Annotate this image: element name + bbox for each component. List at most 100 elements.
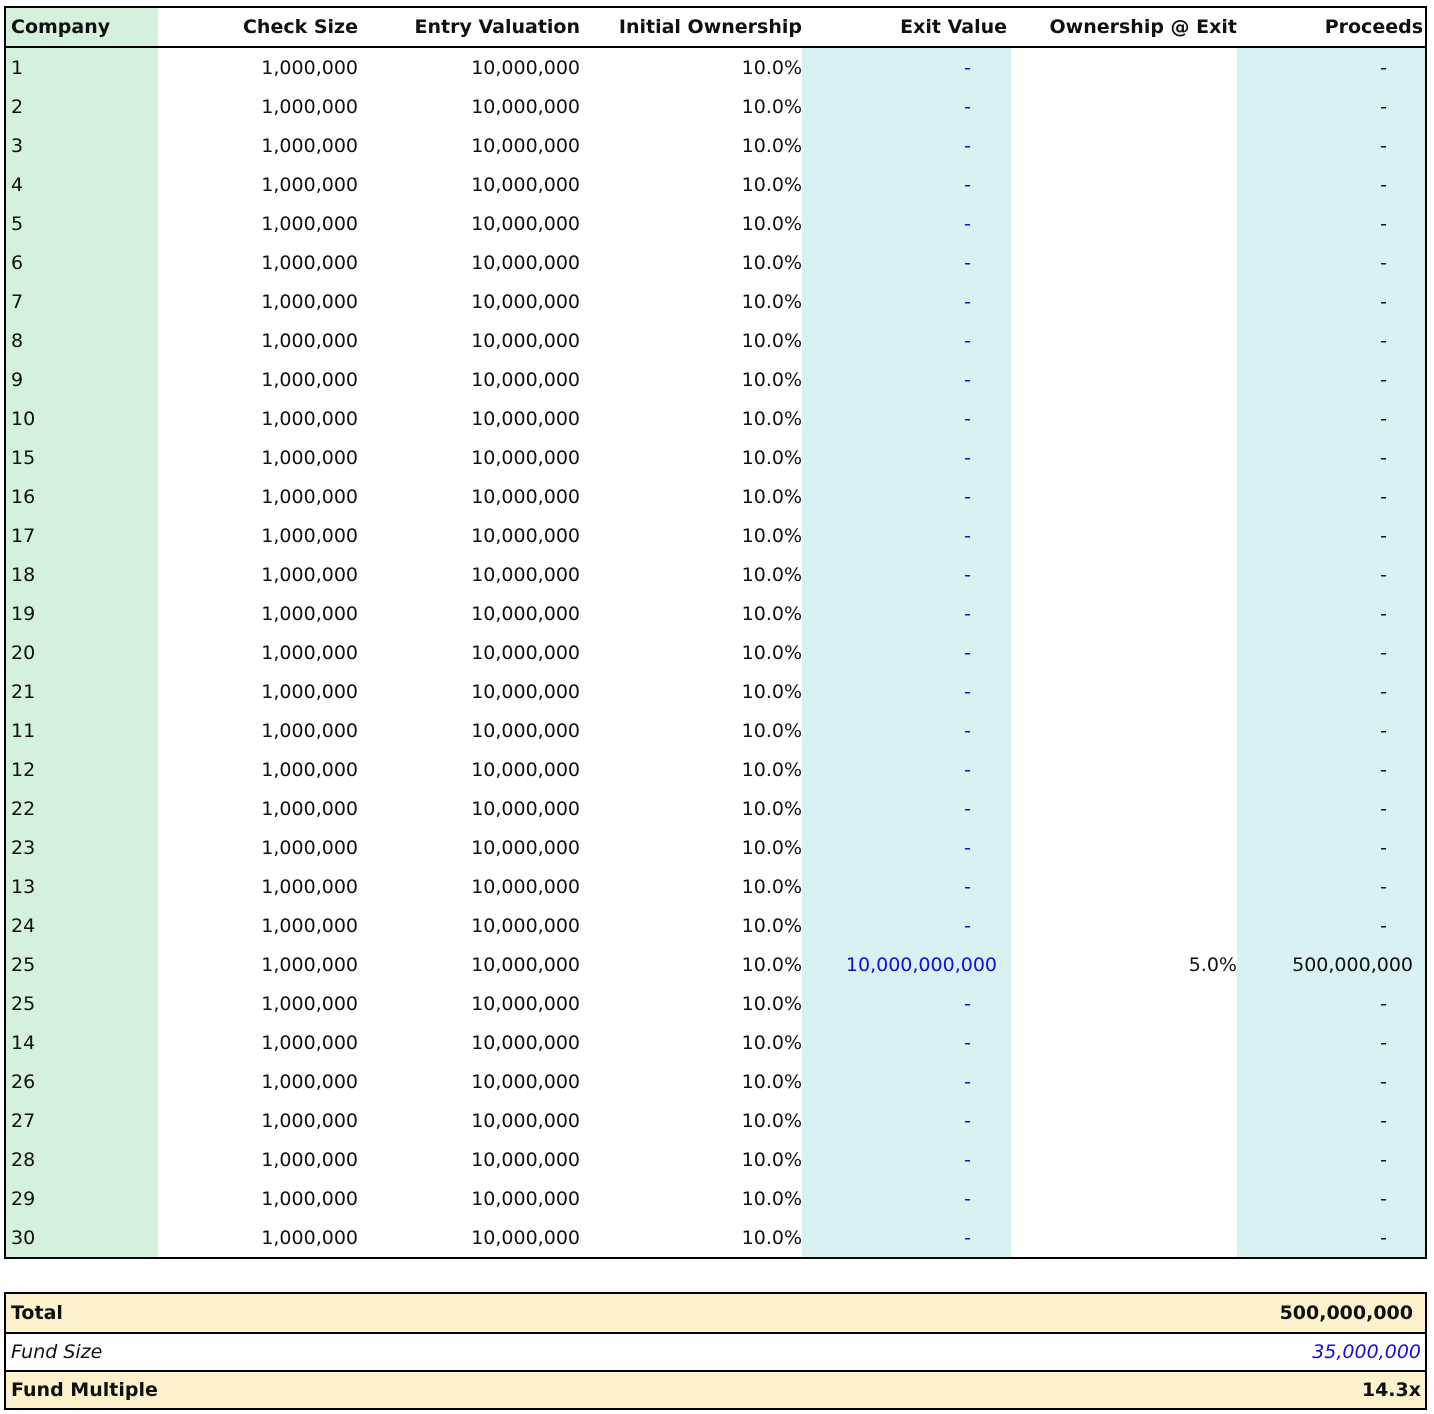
check-size-cell[interactable]: 1,000,000 [158,1023,358,1062]
check-size-cell[interactable]: 1,000,000 [158,126,358,165]
exit-value-cell[interactable]: - [802,1218,1011,1257]
company-cell[interactable]: 5 [6,204,158,243]
initial-ownership-cell[interactable]: 10.0% [580,750,802,789]
company-cell[interactable]: 15 [6,438,158,477]
ownership-at-exit-cell[interactable] [1011,555,1237,594]
proceeds-cell[interactable]: - [1237,1062,1425,1101]
ownership-at-exit-cell[interactable] [1011,165,1237,204]
check-size-cell[interactable]: 1,000,000 [158,516,358,555]
entry-valuation-cell[interactable]: 10,000,000 [358,945,580,984]
company-cell[interactable]: 14 [6,1023,158,1062]
check-size-cell[interactable]: 1,000,000 [158,594,358,633]
check-size-cell[interactable]: 1,000,000 [158,906,358,945]
company-cell[interactable]: 27 [6,1101,158,1140]
check-size-cell[interactable]: 1,000,000 [158,243,358,282]
entry-valuation-cell[interactable]: 10,000,000 [358,906,580,945]
company-cell[interactable]: 29 [6,1179,158,1218]
entry-valuation-cell[interactable]: 10,000,000 [358,1140,580,1179]
ownership-at-exit-cell[interactable] [1011,1140,1237,1179]
exit-value-cell[interactable]: - [802,282,1011,321]
entry-valuation-cell[interactable]: 10,000,000 [358,984,580,1023]
exit-value-cell[interactable]: - [802,984,1011,1023]
company-cell[interactable]: 7 [6,282,158,321]
check-size-cell[interactable]: 1,000,000 [158,633,358,672]
proceeds-cell[interactable]: - [1237,633,1425,672]
ownership-at-exit-cell[interactable] [1011,1179,1237,1218]
proceeds-cell[interactable]: - [1237,204,1425,243]
ownership-at-exit-cell[interactable] [1011,1218,1237,1257]
header-check-size[interactable]: Check Size [158,8,358,46]
check-size-cell[interactable]: 1,000,000 [158,867,358,906]
company-cell[interactable]: 23 [6,828,158,867]
check-size-cell[interactable]: 1,000,000 [158,1140,358,1179]
header-proceeds[interactable]: Proceeds [1237,8,1425,46]
company-cell[interactable]: 16 [6,477,158,516]
proceeds-cell[interactable]: - [1237,1218,1425,1257]
exit-value-cell[interactable]: - [802,1179,1011,1218]
entry-valuation-cell[interactable]: 10,000,000 [358,438,580,477]
check-size-cell[interactable]: 1,000,000 [158,1062,358,1101]
company-cell[interactable]: 13 [6,867,158,906]
proceeds-cell[interactable]: - [1237,282,1425,321]
entry-valuation-cell[interactable]: 10,000,000 [358,750,580,789]
check-size-cell[interactable]: 1,000,000 [158,48,358,87]
entry-valuation-cell[interactable]: 10,000,000 [358,204,580,243]
entry-valuation-cell[interactable]: 10,000,000 [358,1179,580,1218]
check-size-cell[interactable]: 1,000,000 [158,165,358,204]
initial-ownership-cell[interactable]: 10.0% [580,594,802,633]
exit-value-cell[interactable]: - [802,594,1011,633]
entry-valuation-cell[interactable]: 10,000,000 [358,867,580,906]
header-ownership-at-exit[interactable]: Ownership @ Exit [1011,8,1238,46]
company-cell[interactable]: 10 [6,399,158,438]
exit-value-cell[interactable]: - [802,828,1011,867]
fund-multiple-label[interactable]: Fund Multiple [11,1379,158,1401]
initial-ownership-cell[interactable]: 10.0% [580,1023,802,1062]
company-cell[interactable]: 26 [6,1062,158,1101]
check-size-cell[interactable]: 1,000,000 [158,399,358,438]
initial-ownership-cell[interactable]: 10.0% [580,477,802,516]
exit-value-cell[interactable]: - [802,360,1011,399]
ownership-at-exit-cell[interactable] [1011,360,1237,399]
initial-ownership-cell[interactable]: 10.0% [580,828,802,867]
proceeds-cell[interactable]: - [1237,867,1425,906]
proceeds-cell[interactable]: - [1237,711,1425,750]
ownership-at-exit-cell[interactable] [1011,1023,1237,1062]
entry-valuation-cell[interactable]: 10,000,000 [358,516,580,555]
total-label[interactable]: Total [11,1302,63,1324]
entry-valuation-cell[interactable]: 10,000,000 [358,477,580,516]
initial-ownership-cell[interactable]: 10.0% [580,516,802,555]
header-exit-value[interactable]: Exit Value [802,8,1011,46]
proceeds-cell[interactable]: - [1237,984,1425,1023]
check-size-cell[interactable]: 1,000,000 [158,477,358,516]
check-size-cell[interactable]: 1,000,000 [158,828,358,867]
ownership-at-exit-cell[interactable] [1011,516,1237,555]
initial-ownership-cell[interactable]: 10.0% [580,1101,802,1140]
initial-ownership-cell[interactable]: 10.0% [580,360,802,399]
ownership-at-exit-cell[interactable] [1011,867,1237,906]
initial-ownership-cell[interactable]: 10.0% [580,789,802,828]
check-size-cell[interactable]: 1,000,000 [158,789,358,828]
ownership-at-exit-cell[interactable] [1011,243,1237,282]
initial-ownership-cell[interactable]: 10.0% [580,243,802,282]
entry-valuation-cell[interactable]: 10,000,000 [358,711,580,750]
exit-value-cell[interactable]: - [802,906,1011,945]
header-initial-ownership[interactable]: Initial Ownership [580,8,802,46]
initial-ownership-cell[interactable]: 10.0% [580,1218,802,1257]
initial-ownership-cell[interactable]: 10.0% [580,1179,802,1218]
proceeds-cell[interactable]: - [1237,555,1425,594]
check-size-cell[interactable]: 1,000,000 [158,711,358,750]
company-cell[interactable]: 4 [6,165,158,204]
check-size-cell[interactable]: 1,000,000 [158,360,358,399]
ownership-at-exit-cell[interactable] [1011,87,1237,126]
proceeds-cell[interactable]: - [1237,1101,1425,1140]
proceeds-cell[interactable]: - [1237,789,1425,828]
entry-valuation-cell[interactable]: 10,000,000 [358,243,580,282]
check-size-cell[interactable]: 1,000,000 [158,984,358,1023]
company-cell[interactable]: 2 [6,87,158,126]
exit-value-cell[interactable]: - [802,87,1011,126]
check-size-cell[interactable]: 1,000,000 [158,750,358,789]
ownership-at-exit-cell[interactable] [1011,789,1237,828]
ownership-at-exit-cell[interactable] [1011,321,1237,360]
exit-value-cell[interactable]: - [802,321,1011,360]
entry-valuation-cell[interactable]: 10,000,000 [358,48,580,87]
